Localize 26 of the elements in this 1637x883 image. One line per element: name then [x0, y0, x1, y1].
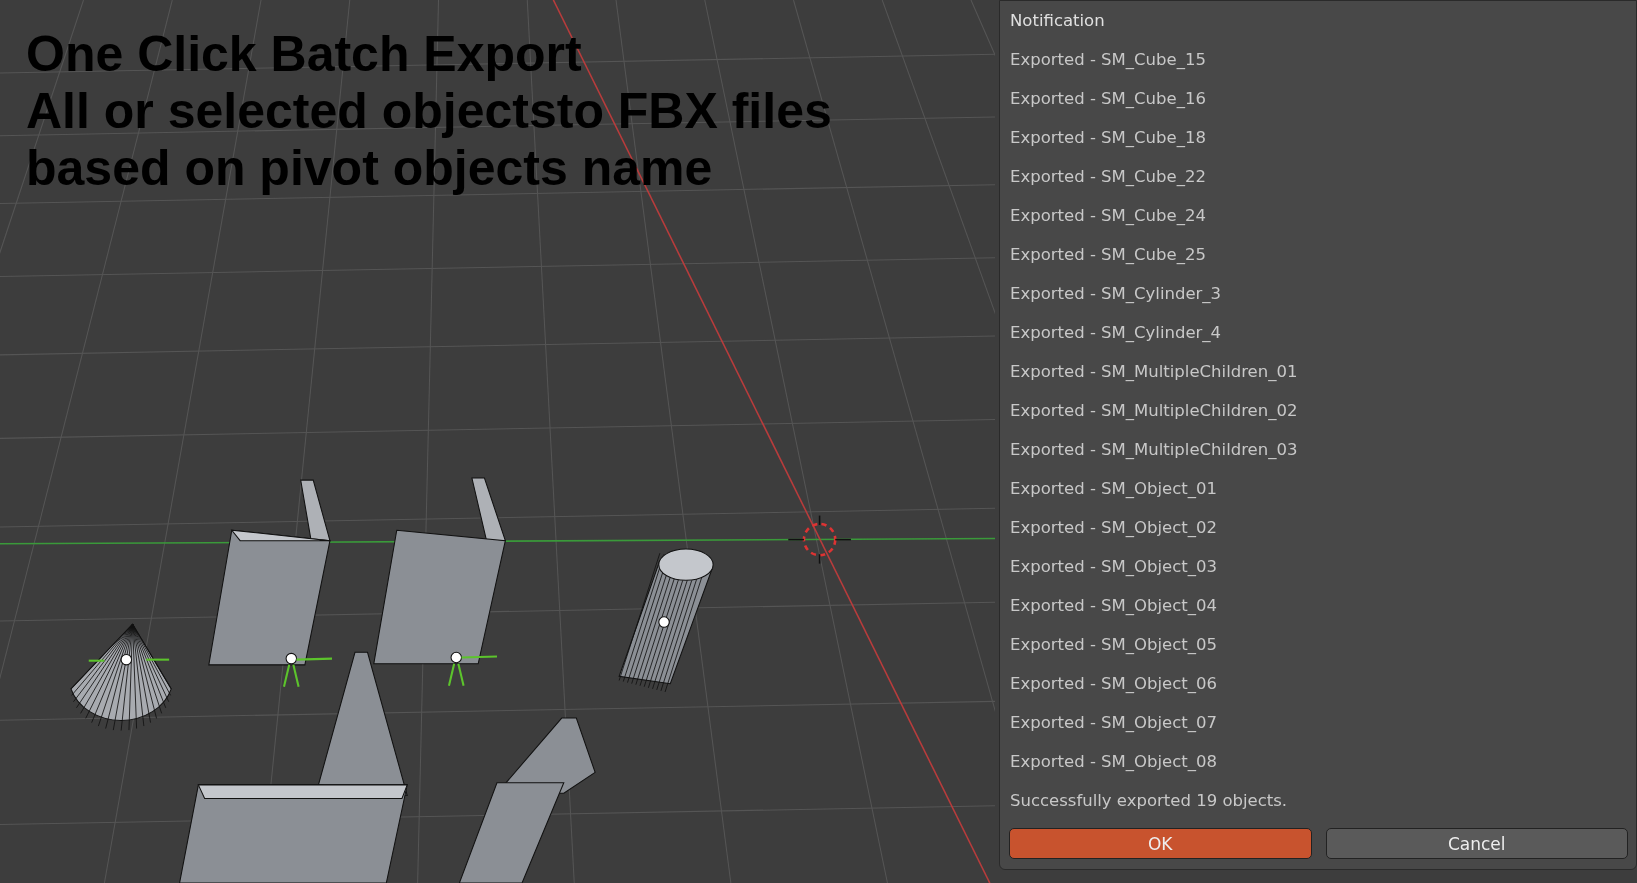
export-message: Exported - SM_Object_03 [1009, 556, 1218, 578]
export-message: Exported - SM_Object_08 [1009, 751, 1218, 773]
ok-button[interactable]: OK [1009, 828, 1312, 859]
export-message: Exported - SM_Object_06 [1009, 673, 1218, 695]
export-message: Exported - SM_Cube_18 [1009, 127, 1206, 149]
export-message: Exported - SM_Object_07 [1009, 712, 1218, 734]
export-message: Exported - SM_Cylinder_3 [1009, 283, 1222, 305]
overlay-heading: All or selected objectsto FBX files [26, 83, 832, 140]
export-message: Exported - SM_Object_05 [1009, 634, 1218, 656]
export-message: Exported - SM_Cube_25 [1009, 244, 1206, 266]
overlay-heading: One Click Batch Export [26, 26, 582, 83]
export-message: Exported - SM_MultipleChildren_03 [1009, 439, 1298, 461]
dialog-title: Notification [1009, 10, 1105, 32]
summary-message: Successfully exported 19 objects. [1009, 790, 1288, 812]
export-message: Exported - SM_MultipleChildren_01 [1009, 361, 1298, 383]
export-message: Exported - SM_Cube_22 [1009, 166, 1206, 188]
export-message: Exported - SM_Object_04 [1009, 595, 1218, 617]
export-message: Exported - SM_Cube_15 [1009, 49, 1206, 71]
export-message: Exported - SM_Object_01 [1009, 478, 1218, 500]
export-message: Exported - SM_Cube_24 [1009, 205, 1206, 227]
export-message: Exported - SM_Cube_16 [1009, 88, 1206, 110]
crosshair-icon [787, 514, 852, 565]
export-message: Exported - SM_MultipleChildren_02 [1009, 400, 1298, 422]
export-message: Exported - SM_Object_02 [1009, 517, 1218, 539]
export-message: Exported - SM_Cylinder_4 [1009, 322, 1222, 344]
cancel-button[interactable]: Cancel [1325, 828, 1628, 859]
